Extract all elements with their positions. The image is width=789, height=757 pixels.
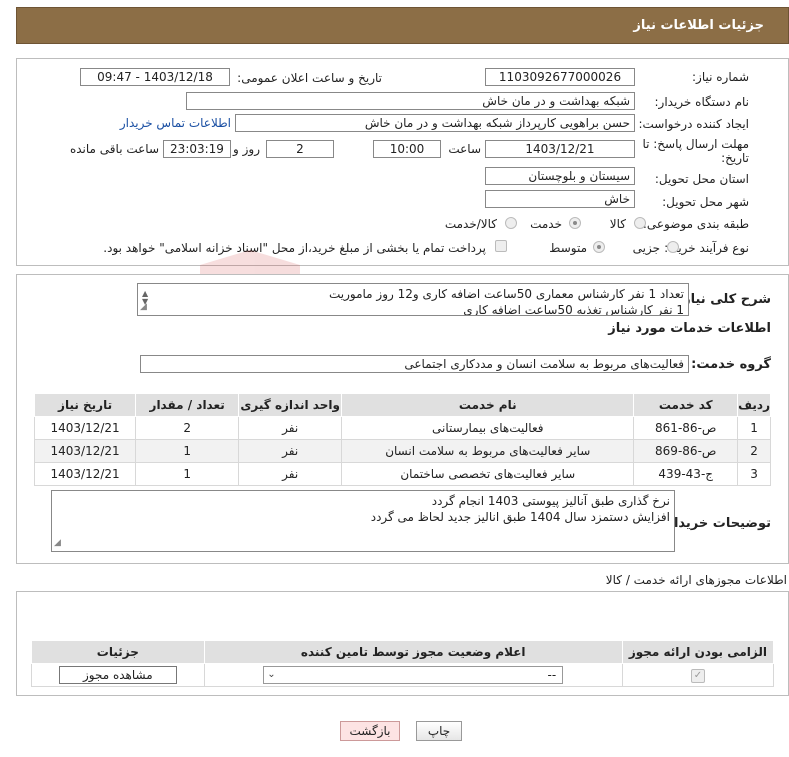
row-name: فعالیت‌های بیمارستانی (341, 416, 635, 440)
buyer-notes-line-2: افزایش دستمزد سال 1404 طبق انالیز جدید ل… (370, 510, 670, 524)
row-code: ج-43-439 (633, 462, 739, 486)
permits-table: الزامی بودن ارائه مجوز اعلام وضعیت مجوز … (31, 640, 775, 687)
need-number-field: 1103092677000026 (485, 68, 635, 86)
permit-status-select[interactable]: -- ⌄ (263, 666, 564, 684)
back-button[interactable]: بازگشت (340, 721, 400, 741)
buyer-notes-line-1: نرخ گذاری طبق آنالیز پیوستی 1403 انجام گ… (431, 494, 670, 508)
need-number-label: شماره نیاز: (692, 70, 749, 84)
process-minor-radio[interactable] (667, 241, 679, 253)
col-index: ردیف (737, 393, 771, 417)
permits-heading: اطلاعات مجوزهای ارائه خدمت / کالا (605, 573, 787, 587)
treasury-payment-checkbox[interactable] (495, 240, 507, 252)
row-qty: 1 (135, 439, 240, 463)
province-label: استان محل تحویل: (654, 172, 749, 186)
row-qty: 2 (135, 416, 240, 440)
required-cell: ✓ (621, 663, 775, 687)
table-row: ✓ -- ⌄ مشاهده مجوز (31, 663, 775, 687)
category-service-radio[interactable] (569, 217, 581, 229)
table-row: 3 ج-43-439 سایر فعالیت‌های تخصصی ساختمان… (33, 462, 771, 486)
row-code: ص-86-869 (633, 439, 739, 463)
category-goods-label: کالا (609, 217, 626, 231)
permits-table-header: الزامی بودن ارائه مجوز اعلام وضعیت مجوز … (31, 640, 775, 664)
description-line-1: تعداد 1 نفر کارشناس معماری 50ساعت اضافه … (328, 287, 684, 301)
city-label: شهر محل تحویل: (662, 195, 749, 209)
details-cell: مشاهده مجوز (31, 663, 205, 687)
deadline-label: مهلت ارسال پاسخ: تا (642, 137, 749, 151)
buyer-notes-textarea[interactable]: نرخ گذاری طبق آنالیز پیوستی 1403 انجام گ… (51, 490, 675, 552)
deadline-date-field: 1403/12/21 (485, 140, 635, 158)
description-label: شرح کلی نیاز: (677, 292, 771, 307)
buyer-org-field: شبکه بهداشت و در مان خاش (186, 92, 635, 110)
status-cell: -- ⌄ (203, 663, 623, 687)
days-field: 2 (266, 140, 334, 158)
table-row: 2 ص-86-869 سایر فعالیت‌های مربوط به سلام… (33, 439, 771, 463)
chevron-down-icon: ⌄ (267, 669, 276, 680)
service-group-label: گروه خدمت: (691, 357, 771, 372)
category-service-label: خدمت (530, 217, 562, 231)
announce-field: 1403/12/18 - 09:47 (80, 68, 230, 86)
process-medium-radio[interactable] (593, 241, 605, 253)
deadline-label-date: تاریخ: (721, 151, 749, 165)
treasury-payment-note: پرداخت تمام یا بخشی از مبلغ خرید،از محل … (103, 241, 486, 255)
row-index: 2 (737, 439, 771, 463)
page-title: جزئیات اطلاعات نیاز (633, 18, 764, 33)
services-heading: اطلاعات خدمات مورد نیاز (608, 321, 771, 336)
category-goods-service-label: کالا/خدمت (444, 217, 497, 231)
required-checkbox: ✓ (690, 669, 705, 683)
services-table: ردیف کد خدمت نام خدمت واحد اندازه گیری ت… (33, 393, 771, 486)
need-info-panel (16, 58, 789, 266)
col-code: کد خدمت (633, 393, 739, 417)
row-qty: 1 (135, 462, 240, 486)
table-row: 1 ص-86-861 فعالیت‌های بیمارستانی نفر 2 1… (33, 416, 771, 440)
buyer-org-label: نام دستگاه خریدار: (654, 95, 750, 109)
row-date: 1403/12/21 (33, 462, 137, 486)
services-table-header: ردیف کد خدمت نام خدمت واحد اندازه گیری ت… (33, 393, 771, 417)
row-unit: نفر (238, 439, 343, 463)
deadline-time-label: ساعت (448, 142, 481, 156)
row-code: ص-86-861 (633, 416, 739, 440)
row-index: 1 (737, 416, 771, 440)
description-textarea[interactable]: تعداد 1 نفر کارشناس معماری 50ساعت اضافه … (137, 283, 689, 316)
page-header: جزئیات اطلاعات نیاز (16, 7, 789, 44)
col-details: جزئیات (31, 640, 205, 664)
creator-label: ایجاد کننده درخواست: (638, 117, 749, 131)
category-goods-radio[interactable] (634, 217, 646, 229)
col-unit: واحد اندازه گیری (238, 393, 343, 417)
resize-grip-icon[interactable]: ◢ (140, 299, 147, 315)
resize-grip-icon[interactable]: ◢ (54, 535, 61, 551)
row-date: 1403/12/21 (33, 439, 137, 463)
province-field: سیستان و بلوچستان (485, 167, 635, 185)
row-name: سایر فعالیت‌های تخصصی ساختمان (341, 462, 635, 486)
view-permit-button[interactable]: مشاهده مجوز (58, 666, 177, 684)
category-label: طبقه بندی موضوعی: (642, 217, 749, 231)
row-unit: نفر (238, 416, 343, 440)
col-required: الزامی بودن ارائه مجوز (621, 640, 775, 664)
description-line-2: 1 نفر کارشناس تغذیه 50ساعت اضافه کاری (463, 303, 684, 316)
days-label: روز و (233, 142, 260, 156)
row-date: 1403/12/21 (33, 416, 137, 440)
service-group-field: فعالیت‌های مربوط به سلامت انسان و مددکار… (140, 355, 689, 373)
remaining-time-field: 23:03:19 (163, 140, 231, 158)
process-minor-label: جزیی (632, 241, 660, 255)
buyer-notes-label: توضیحات خریدار: (661, 516, 771, 531)
col-name: نام خدمت (341, 393, 635, 417)
col-status: اعلام وضعیت مجوز توسط تامین کننده (203, 640, 623, 664)
announce-label: تاریخ و ساعت اعلان عمومی: (237, 71, 382, 85)
permit-status-value: -- (547, 668, 557, 682)
creator-field: حسن براهویی کارپرداز شبکه بهداشت و در ما… (235, 114, 635, 132)
col-date: تاریخ نیاز (33, 393, 137, 417)
row-index: 3 (737, 462, 771, 486)
row-name: سایر فعالیت‌های مربوط به سلامت انسان (341, 439, 635, 463)
process-medium-label: متوسط (549, 241, 587, 255)
contact-buyer-link[interactable]: اطلاعات تماس خریدار (120, 116, 231, 130)
deadline-time-field: 10:00 (373, 140, 441, 158)
print-button[interactable]: چاپ (416, 721, 462, 741)
row-unit: نفر (238, 462, 343, 486)
category-goods-service-radio[interactable] (505, 217, 517, 229)
remaining-label: ساعت باقی مانده (69, 142, 159, 156)
col-qty: تعداد / مقدار (135, 393, 240, 417)
city-field: خاش (485, 190, 635, 208)
